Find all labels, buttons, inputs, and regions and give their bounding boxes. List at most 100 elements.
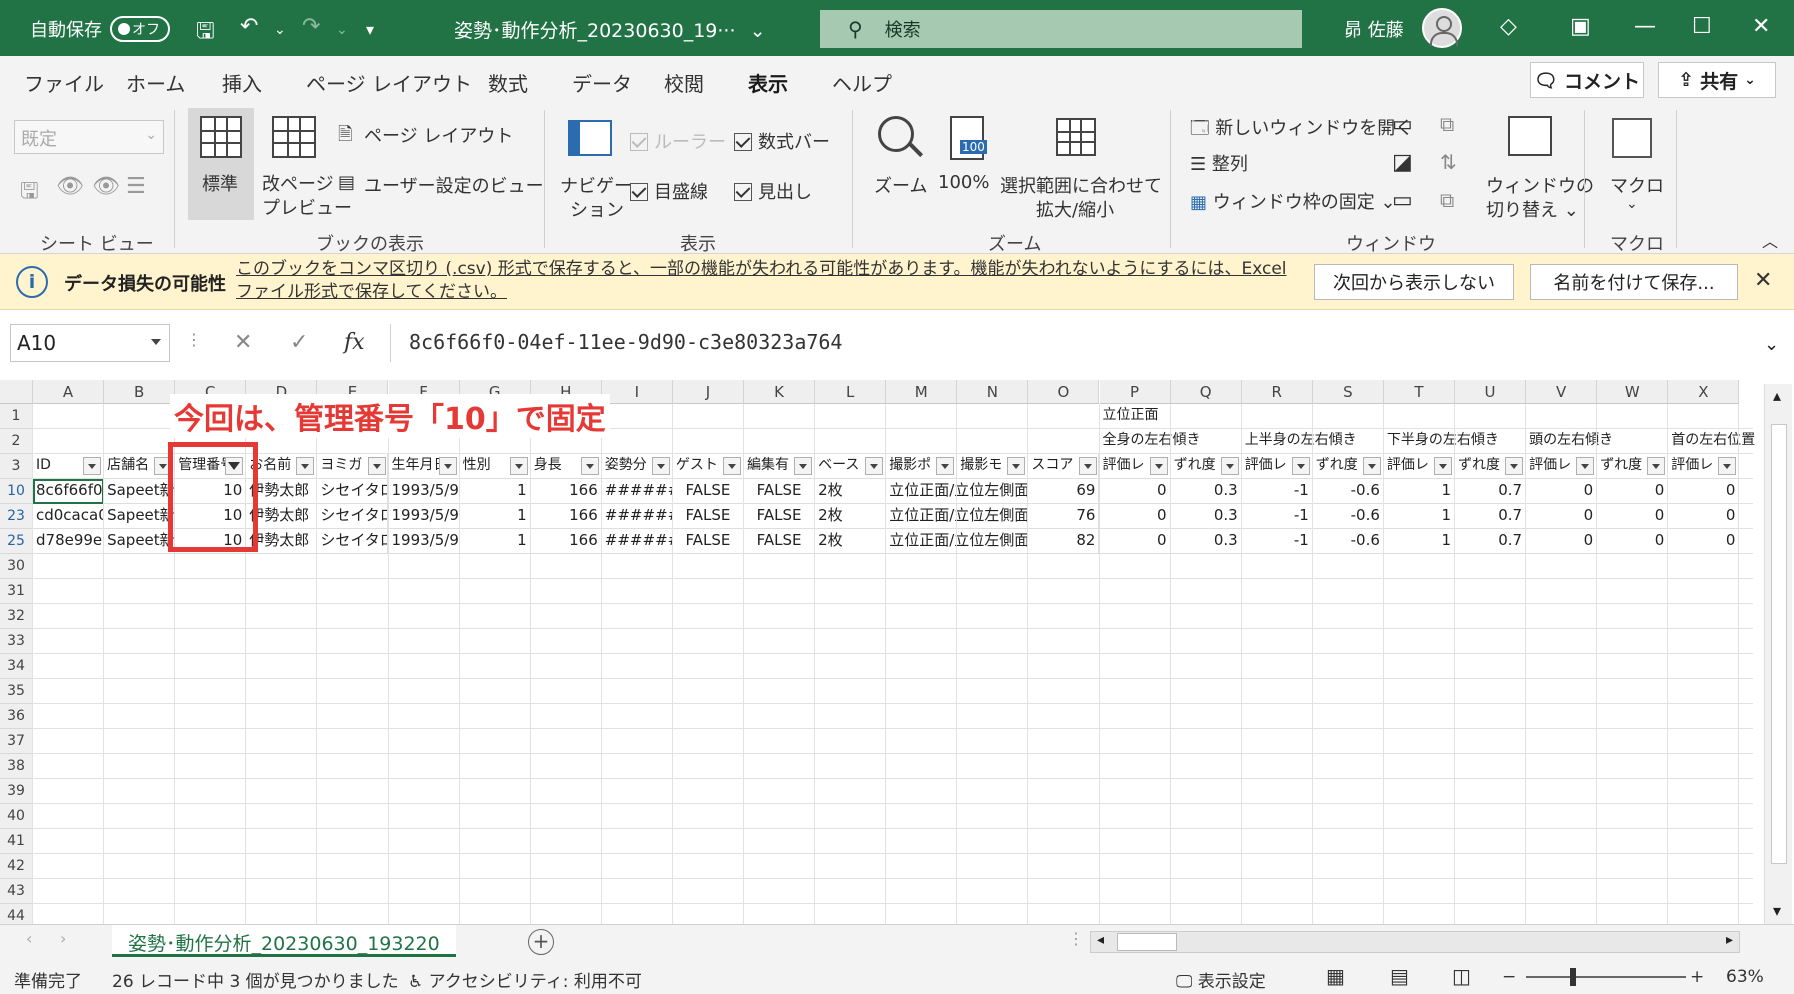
scroll-up-icon[interactable]: ▴ <box>1773 386 1781 405</box>
save-as-button[interactable]: 名前を付けて保存... <box>1530 264 1738 300</box>
filter-dropdown-icon[interactable] <box>865 457 884 475</box>
autosave-toggle[interactable]: オフ <box>110 16 170 42</box>
column-header[interactable]: P <box>1099 380 1171 404</box>
row-header[interactable]: 43 <box>0 879 33 904</box>
undo-dropdown-icon[interactable]: ⌄ <box>274 22 286 38</box>
row-header[interactable]: 44 <box>0 904 33 924</box>
column-header[interactable]: S <box>1312 380 1384 404</box>
table-cell[interactable]: シセイタロ <box>317 529 389 554</box>
row-header[interactable]: 37 <box>0 729 33 754</box>
tab-insert[interactable]: 挿入 <box>222 68 262 97</box>
column-header[interactable]: N <box>957 380 1029 404</box>
zoom-out-icon[interactable]: − <box>1502 967 1516 987</box>
expand-formula-bar-icon[interactable]: ⌄ <box>1764 334 1779 355</box>
search-box[interactable]: ⚲ 検索 <box>820 10 1302 48</box>
filter-dropdown-icon[interactable] <box>651 457 670 475</box>
column-header[interactable]: M <box>886 380 958 404</box>
table-cell[interactable]: -1 <box>1241 529 1313 554</box>
table-cell[interactable]: 1 <box>1383 479 1455 504</box>
name-box[interactable]: A10 <box>10 324 170 362</box>
table-cell[interactable]: 1993/5/9 <box>388 529 460 554</box>
cancel-icon[interactable]: ✕ <box>234 330 252 355</box>
zoom-in-icon[interactable]: + <box>1690 967 1704 987</box>
table-cell[interactable]: 0 <box>1597 504 1669 529</box>
row-header[interactable]: 35 <box>0 679 33 704</box>
filter-dropdown-icon[interactable] <box>1149 457 1168 475</box>
filter-dropdown-icon[interactable] <box>1434 457 1452 475</box>
arrange-all-button[interactable]: ☰ 整列 <box>1190 150 1248 176</box>
table-cell[interactable]: FALSE <box>672 504 744 529</box>
table-cell[interactable]: Sapeet新 <box>104 529 176 554</box>
new-view-icon[interactable]: 👁 <box>92 174 120 199</box>
table-cell[interactable]: ######## <box>601 529 673 554</box>
table-cell[interactable]: 166 <box>530 479 602 504</box>
tab-review[interactable]: 校閲 <box>664 68 704 97</box>
table-cell[interactable]: FALSE <box>744 504 816 529</box>
column-header[interactable]: J <box>672 380 744 404</box>
row-header[interactable]: 23 <box>0 504 33 529</box>
table-cell[interactable]: FALSE <box>672 479 744 504</box>
table-cell[interactable]: 0.7 <box>1455 479 1527 504</box>
table-cell[interactable]: 166 <box>530 529 602 554</box>
filter-dropdown-icon[interactable] <box>1718 457 1737 475</box>
filter-dropdown-icon[interactable] <box>1505 457 1524 475</box>
table-cell[interactable]: 2枚 <box>815 529 887 554</box>
filter-dropdown-icon[interactable] <box>1362 457 1381 475</box>
column-header[interactable]: U <box>1455 380 1527 404</box>
options-list-icon[interactable]: ☰ <box>126 174 146 199</box>
row-header[interactable]: 2 <box>0 429 33 454</box>
table-cell[interactable]: 166 <box>530 504 602 529</box>
row-header[interactable]: 39 <box>0 779 33 804</box>
reset-position-icon[interactable]: ⧉ <box>1440 188 1454 212</box>
zoom-level[interactable]: 63% <box>1726 967 1764 987</box>
table-cell[interactable]: Sapeet新 <box>104 504 176 529</box>
row-header[interactable]: 40 <box>0 804 33 829</box>
table-cell[interactable]: 0 <box>1099 479 1171 504</box>
table-cell[interactable]: 0 <box>1526 504 1598 529</box>
scroll-left-icon[interactable]: ◂ <box>1097 932 1104 948</box>
customize-qat-icon[interactable]: ▾ <box>366 20 374 39</box>
ruler-checkbox[interactable]: ルーラー <box>630 128 726 154</box>
premium-diamond-icon[interactable]: ◇ <box>1500 14 1517 39</box>
collapse-ribbon-icon[interactable]: ︿ <box>1762 228 1778 252</box>
row-header[interactable]: 38 <box>0 754 33 779</box>
user-name[interactable]: 昴 佐藤 <box>1344 16 1404 42</box>
column-header[interactable]: L <box>815 380 887 404</box>
normal-view-status-icon[interactable]: ▦ <box>1326 964 1345 988</box>
tab-data[interactable]: データ <box>572 68 632 97</box>
table-cell[interactable]: 0 <box>1526 479 1598 504</box>
sheet-tab-active[interactable]: 姿勢･動作分析_20230630_193220 <box>112 925 456 957</box>
gridlines-checkbox[interactable]: 目盛線 <box>630 178 708 204</box>
row-header[interactable]: 42 <box>0 854 33 879</box>
table-cell[interactable]: 0 <box>1668 479 1740 504</box>
column-header[interactable]: A <box>33 380 105 404</box>
table-cell[interactable]: ######## <box>601 479 673 504</box>
redo-dropdown-icon[interactable]: ⌄ <box>336 22 348 38</box>
zoom-slider[interactable] <box>1526 968 1686 986</box>
filter-dropdown-icon[interactable] <box>1007 457 1026 475</box>
zoom-button[interactable]: ズーム <box>870 110 930 222</box>
table-cell[interactable]: 0.3 <box>1170 504 1242 529</box>
filter-dropdown-icon[interactable] <box>580 457 599 475</box>
share-button[interactable]: ⇪ 共有 ⌄ <box>1658 62 1776 98</box>
table-cell[interactable]: 0 <box>1099 529 1171 554</box>
scroll-down-icon[interactable]: ▾ <box>1773 901 1781 920</box>
document-title[interactable]: 姿勢･動作分析_20230630_19··· ⌄ <box>454 16 765 43</box>
navigation-button[interactable]: ナビゲー ション <box>556 110 632 222</box>
table-cell[interactable]: 69 <box>1028 479 1100 504</box>
group-header-cell[interactable]: 立位正面 <box>1100 404 1242 429</box>
redo-icon[interactable]: ↷ <box>302 14 320 39</box>
filter-dropdown-icon[interactable] <box>296 457 315 475</box>
table-cell[interactable]: 8c6f66f0- <box>33 479 105 504</box>
ribbon-display-icon[interactable]: ▣ <box>1570 14 1591 39</box>
row-header[interactable]: 34 <box>0 654 33 679</box>
table-cell[interactable]: Sapeet新 <box>104 479 176 504</box>
filter-dropdown-icon[interactable] <box>1220 457 1239 475</box>
maximize-icon[interactable]: ☐ <box>1692 14 1712 39</box>
row-header[interactable]: 36 <box>0 704 33 729</box>
normal-view-button[interactable]: 標準 <box>188 108 254 220</box>
table-cell[interactable]: FALSE <box>672 529 744 554</box>
table-cell[interactable]: cd0caca0 <box>33 504 105 529</box>
infobar-message[interactable]: このブックをコンマ区切り (.csv) 形式で保存すると、一部の機能が失われる可… <box>236 258 1306 304</box>
table-cell[interactable]: 0 <box>1099 504 1171 529</box>
